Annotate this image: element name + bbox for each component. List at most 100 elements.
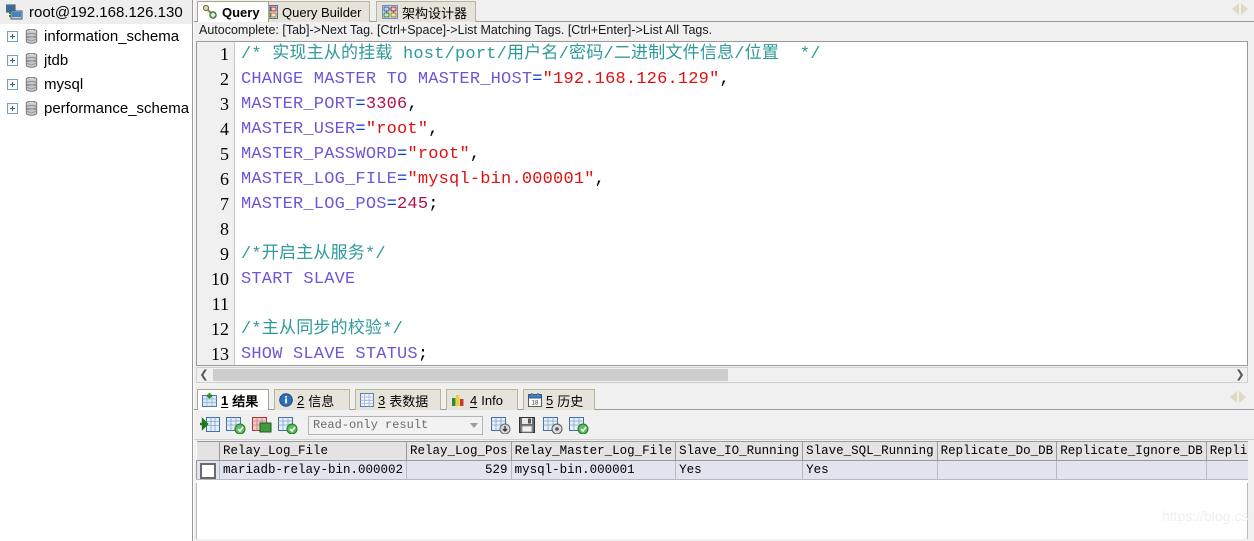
post-record-icon[interactable] xyxy=(276,413,300,437)
result-tab-scroll-right-icon[interactable] xyxy=(1239,391,1246,403)
table-cell[interactable] xyxy=(937,460,1058,480)
result-tab-scroll-controls[interactable] xyxy=(1230,391,1246,403)
line-number: 2 xyxy=(220,69,229,89)
tab-label: 架构设计器 xyxy=(402,5,468,21)
result-grid[interactable]: Relay_Log_File Relay_Log_Pos Relay_Master_… xyxy=(196,441,1248,483)
result-tab-number: 4 xyxy=(470,392,478,408)
result-mode-select[interactable]: Read-only result xyxy=(308,415,483,435)
code-token: /*开启主从服务*/ xyxy=(241,245,386,264)
save-grid-icon[interactable] xyxy=(515,413,539,437)
table-cell[interactable]: mariadb-relay-bin.000002 xyxy=(219,460,408,480)
result-tab-idx1[interactable]: 1 结果 xyxy=(197,389,269,410)
table-cell[interactable]: mysql-bin.000001 xyxy=(511,460,677,480)
expand-icon[interactable] xyxy=(7,78,18,90)
result-tab-number: 3 xyxy=(378,392,386,408)
code-line[interactable]: MASTER_PASSWORD=″root″, xyxy=(241,142,1247,167)
code-line[interactable] xyxy=(241,217,1247,242)
code-token: CHANGE MASTER TO MASTER_HOST xyxy=(241,70,533,89)
code-token: = xyxy=(397,145,408,164)
code-line[interactable]: MASTER_LOG_POS=245; xyxy=(241,192,1247,217)
scrollbar-thumb[interactable] xyxy=(213,369,728,381)
expand-icon[interactable] xyxy=(7,54,18,66)
column-header[interactable]: Relay_Log_File xyxy=(219,441,408,461)
code-line[interactable]: CHANGE MASTER TO MASTER_HOST=″192.168.12… xyxy=(241,67,1247,92)
grid-filter-icon[interactable] xyxy=(567,413,591,437)
editor-tab-bar[interactable]: Query Query Builder 架构设计器 xyxy=(194,0,1254,22)
main-panel: Query Query Builder 架构设计器 Autocomplete: … xyxy=(194,0,1254,541)
code-line[interactable]: SHOW SLAVE STATUS; xyxy=(241,342,1247,365)
code-token: SHOW SLAVE STATUS xyxy=(241,345,418,364)
expand-icon[interactable] xyxy=(7,102,18,114)
code-line[interactable]: MASTER_PORT=3306, xyxy=(241,92,1247,117)
result-tab-scroll-left-icon[interactable] xyxy=(1230,391,1237,403)
column-header[interactable]: Relay_Master_Log_File xyxy=(511,441,677,461)
line-number: 12 xyxy=(211,319,229,339)
line-number: 5 xyxy=(220,144,229,164)
tree-node-database[interactable]: performance_schema xyxy=(0,96,192,120)
table-cell[interactable] xyxy=(1056,460,1207,480)
tab-schema-designer[interactable]: 架构设计器 xyxy=(376,1,477,22)
code-token: , xyxy=(407,95,418,114)
expand-icon[interactable] xyxy=(7,30,18,42)
column-header[interactable]: Replicate_Do_Table xyxy=(1206,441,1248,461)
result-tab-info[interactable]: 4 Info xyxy=(446,389,518,410)
code-line[interactable]: /* 实现主从的挂载 host/port/用户名/密码/二进制文件信息/位置 *… xyxy=(241,42,1247,67)
tree-node-database[interactable]: mysql xyxy=(0,72,192,96)
column-header[interactable]: Slave_SQL_Running xyxy=(802,441,938,461)
code-line[interactable]: START SLAVE xyxy=(241,267,1247,292)
row-checkbox-icon[interactable] xyxy=(200,462,216,479)
code-line[interactable]: MASTER_USER=″root″, xyxy=(241,117,1247,142)
line-number: 7 xyxy=(220,194,229,214)
code-line[interactable] xyxy=(241,292,1247,317)
result-tab-label: Info xyxy=(481,392,503,408)
column-header[interactable]: Slave_IO_Running xyxy=(675,441,804,461)
scroll-right-icon[interactable]: ❯ xyxy=(1233,368,1247,382)
row-selector[interactable] xyxy=(196,460,220,480)
result-grid-toolbar[interactable]: Read-only result xyxy=(194,411,1254,440)
editor-horizontal-scrollbar[interactable]: ❮ ❯ xyxy=(196,367,1248,383)
column-header[interactable]: Relay_Log_Pos xyxy=(406,441,512,461)
sql-code-area[interactable]: /* 实现主从的挂载 host/port/用户名/密码/二进制文件信息/位置 *… xyxy=(241,42,1247,365)
result-tab-idx3[interactable]: 3 表数据 xyxy=(355,389,441,410)
refresh-record-icon[interactable] xyxy=(224,413,248,437)
tree-node-label: performance_schema xyxy=(44,99,190,117)
insert-record-icon[interactable] xyxy=(198,413,222,437)
result-tab-number: 2 xyxy=(297,392,305,408)
table-body[interactable]: mariadb-relay-bin.000002 529 mysql-bin.000… xyxy=(196,460,1248,480)
code-token: = xyxy=(532,70,543,89)
tab-scroll-right-icon[interactable] xyxy=(1241,3,1248,15)
scroll-left-icon[interactable]: ❮ xyxy=(197,368,211,382)
column-header[interactable]: Replicate_Ignore_DB xyxy=(1056,441,1207,461)
result-tab-number: 1 xyxy=(221,392,229,408)
database-icon xyxy=(25,28,38,44)
table-cell[interactable] xyxy=(1206,460,1248,480)
tab-scroll-controls[interactable] xyxy=(1232,3,1248,15)
code-token: = xyxy=(355,120,366,139)
tab-scroll-left-icon[interactable] xyxy=(1232,3,1239,15)
tree-node-database[interactable]: information_schema xyxy=(0,24,192,48)
result-tab-idx5[interactable]: 18 5 历史 xyxy=(523,389,595,410)
result-tab-idx2[interactable]: 2 信息 xyxy=(274,389,350,410)
code-line[interactable]: /*开启主从服务*/ xyxy=(241,242,1247,267)
result-grid-empty-area xyxy=(196,483,1248,539)
object-browser-sidebar[interactable]: root@192.168.126.130 information_schemaj… xyxy=(0,0,193,541)
table-header-row[interactable]: Relay_Log_File Relay_Log_Pos Relay_Master_… xyxy=(196,441,1248,461)
tree-node-database[interactable]: jtdb xyxy=(0,48,192,72)
table-cell[interactable]: Yes xyxy=(675,460,804,480)
tab-query[interactable]: Query xyxy=(197,1,269,22)
result-tab-bar[interactable]: 1 结果 2 信息 3 表数据 4 Info 18 5 历史 xyxy=(194,388,1254,410)
code-token: MASTER_USER xyxy=(241,120,356,139)
tree-node-connection-root[interactable]: root@192.168.126.130 xyxy=(0,0,192,24)
table-cell[interactable]: Yes xyxy=(802,460,938,480)
table-cell[interactable]: 529 xyxy=(406,460,512,480)
tree-node-label: information_schema xyxy=(44,27,180,45)
column-header[interactable]: Replicate_Do_DB xyxy=(937,441,1058,461)
grid-options-icon[interactable] xyxy=(541,413,565,437)
sql-editor[interactable]: 1234567891011121314 /* 实现主从的挂载 host/port… xyxy=(196,41,1248,366)
table-row[interactable]: mariadb-relay-bin.000002 529 mysql-bin.000… xyxy=(196,460,1248,480)
code-line[interactable]: MASTER_LOG_FILE=″mysql-bin.000001″, xyxy=(241,167,1247,192)
tab-query-builder[interactable]: Query Builder xyxy=(257,1,371,22)
code-line[interactable]: /*主从同步的校验*/ xyxy=(241,317,1247,342)
export-grid-icon[interactable] xyxy=(489,413,513,437)
duplicate-record-icon[interactable] xyxy=(250,413,274,437)
